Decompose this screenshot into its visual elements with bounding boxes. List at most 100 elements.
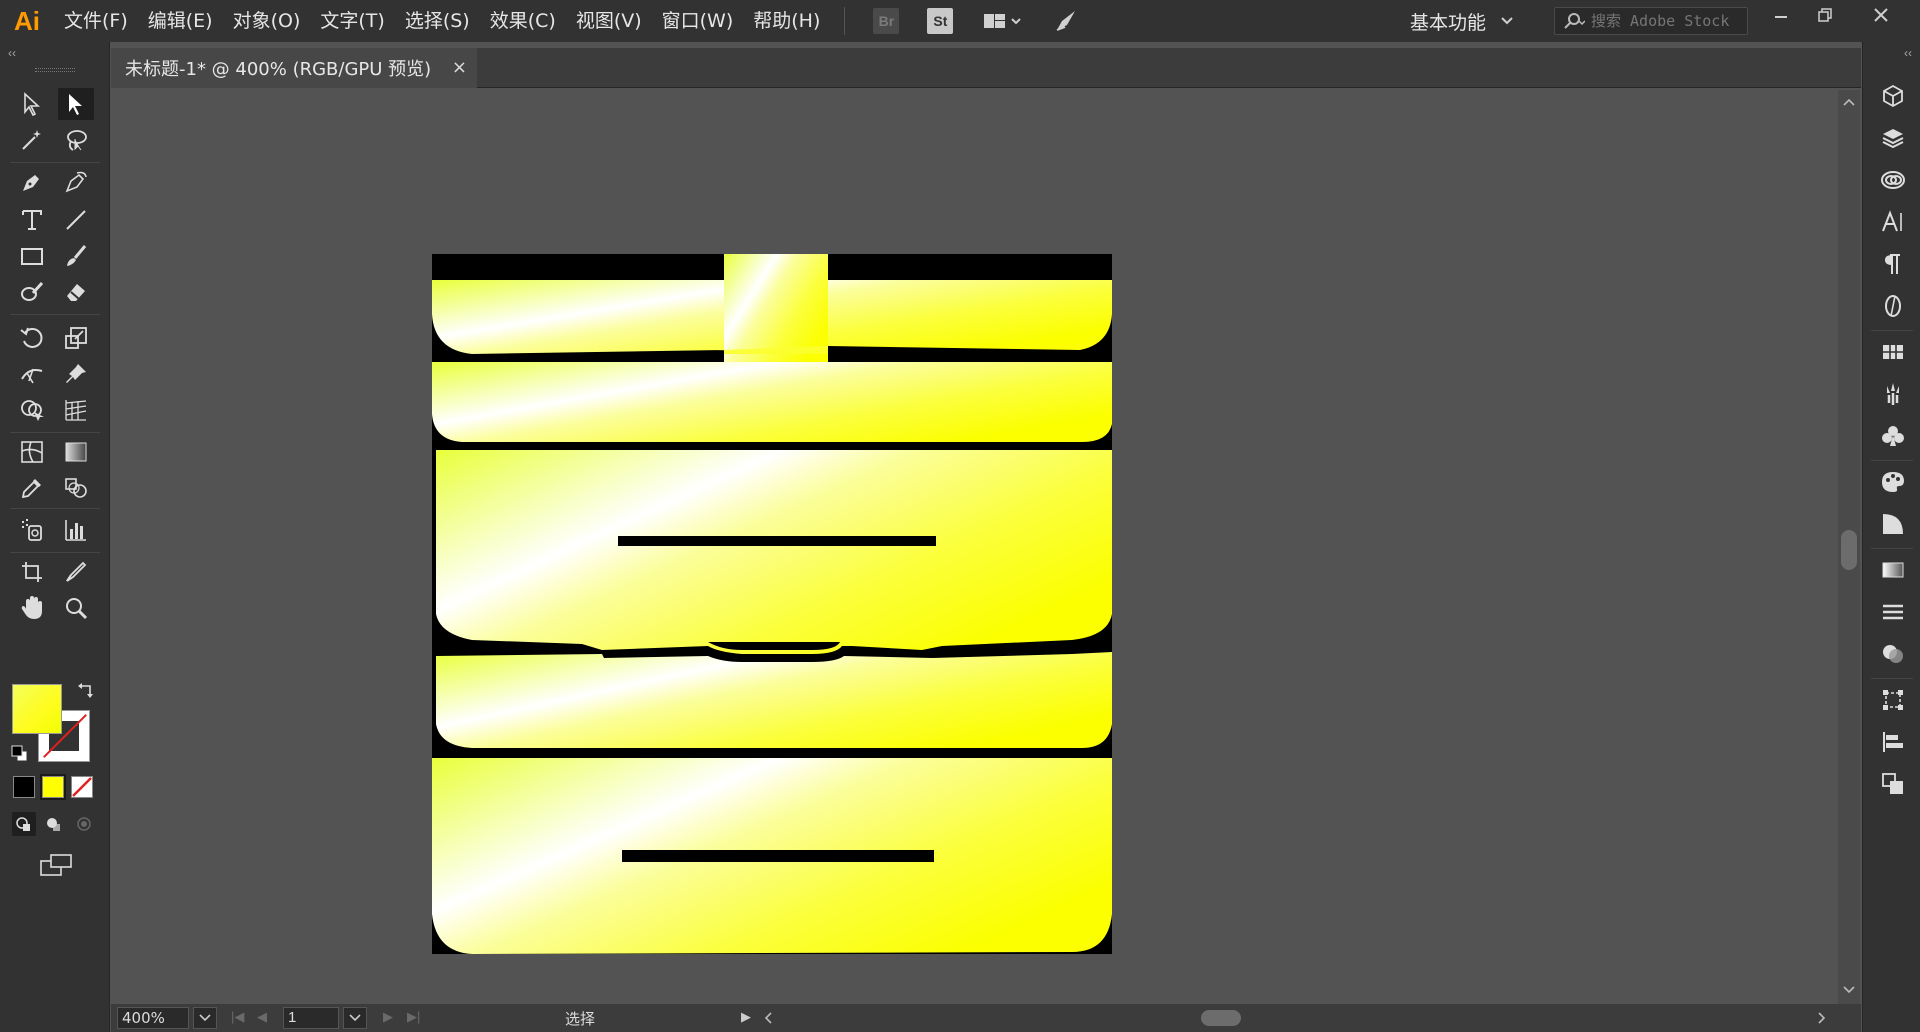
gpu-performance-button[interactable] xyxy=(1053,8,1079,34)
scale-tool[interactable] xyxy=(58,322,94,354)
screen-mode-button[interactable] xyxy=(38,852,74,878)
selection-tool[interactable] xyxy=(14,88,50,120)
libraries-panel-button[interactable] xyxy=(1879,82,1907,110)
swap-fill-stroke-button[interactable] xyxy=(76,680,96,700)
curvature-tool[interactable] xyxy=(58,166,94,198)
document-tab[interactable]: 未标题-1* @ 400% (RGB/GPU 预览) × xyxy=(111,48,477,88)
slice-tool[interactable] xyxy=(58,556,94,588)
stroke-panel-button[interactable] xyxy=(1879,598,1907,626)
gradient-glyph-artwork[interactable] xyxy=(432,254,1112,954)
eyedropper-tool[interactable] xyxy=(14,472,50,504)
pen-tool[interactable] xyxy=(14,166,50,198)
puppet-warp-tool[interactable] xyxy=(58,358,94,390)
zoom-tool[interactable] xyxy=(58,592,94,624)
magic-wand-tool[interactable] xyxy=(14,124,50,156)
rectangle-tool[interactable] xyxy=(14,240,50,272)
character-panel-button[interactable] xyxy=(1879,208,1907,236)
hand-tool[interactable] xyxy=(14,592,50,624)
close-tab-button[interactable]: × xyxy=(452,57,467,78)
canvas-area[interactable] xyxy=(112,90,1838,1004)
stock-button[interactable]: St xyxy=(927,8,954,34)
transparency-panel-button[interactable] xyxy=(1879,640,1907,668)
draw-normal-button[interactable] xyxy=(12,812,36,836)
first-artboard-button[interactable]: |◀ xyxy=(231,1009,244,1025)
color-mode-button[interactable] xyxy=(13,776,35,798)
scroll-up-arrow[interactable] xyxy=(1842,96,1856,110)
menu-select[interactable]: 选择(S) xyxy=(395,0,480,42)
swatches-panel-button[interactable] xyxy=(1879,338,1907,366)
menu-type[interactable]: 文字(T) xyxy=(310,0,394,42)
glyph-top-stem xyxy=(724,254,828,362)
gradient-mode-button[interactable] xyxy=(40,774,66,800)
scroll-down-arrow[interactable] xyxy=(1842,984,1856,998)
paintbrush-tool[interactable] xyxy=(58,240,94,272)
rotate-tool[interactable] xyxy=(14,322,50,354)
restore-button[interactable] xyxy=(1802,0,1848,30)
artboard-dropdown-button[interactable] xyxy=(343,1007,367,1029)
menu-effect[interactable]: 效果(C) xyxy=(480,0,566,42)
color-guide-panel-button[interactable] xyxy=(1879,510,1907,538)
column-graph-tool[interactable] xyxy=(58,514,94,546)
cc-libraries-panel-button[interactable] xyxy=(1879,166,1907,194)
menu-file[interactable]: 文件(F) xyxy=(54,0,138,42)
shaper-tool[interactable] xyxy=(14,276,50,308)
draw-inside-button[interactable] xyxy=(72,812,96,836)
gradient-tool[interactable] xyxy=(58,436,94,468)
lasso-tool[interactable] xyxy=(58,124,94,156)
horizontal-scrollbar[interactable] xyxy=(761,1008,1831,1028)
status-menu-button[interactable]: ▶ xyxy=(741,1009,751,1025)
brushes-panel-button[interactable] xyxy=(1879,380,1907,408)
menu-object[interactable]: 对象(O) xyxy=(223,0,311,42)
horizontal-scroll-thumb[interactable] xyxy=(1201,1010,1241,1026)
close-window-button[interactable] xyxy=(1858,0,1904,30)
minimize-button[interactable] xyxy=(1758,0,1804,30)
draw-behind-button[interactable] xyxy=(42,812,66,836)
default-fill-stroke-button[interactable] xyxy=(10,744,30,764)
expand-panels-button[interactable]: ‹‹ xyxy=(1904,46,1912,60)
opentype-panel-button[interactable] xyxy=(1879,292,1907,320)
paragraph-panel-button[interactable] xyxy=(1879,250,1907,278)
artboard-tool[interactable] xyxy=(14,556,50,588)
gradient-panel-button[interactable] xyxy=(1879,556,1907,584)
menu-edit[interactable]: 编辑(E) xyxy=(138,0,223,42)
direct-selection-tool[interactable] xyxy=(58,88,94,120)
last-artboard-button[interactable]: ▶| xyxy=(407,1009,420,1025)
menu-help[interactable]: 帮助(H) xyxy=(743,0,830,42)
vertical-scroll-thumb[interactable] xyxy=(1841,530,1857,570)
shape-builder-tool[interactable] xyxy=(14,394,50,426)
perspective-grid-tool[interactable] xyxy=(58,394,94,426)
artboard-number-field[interactable]: 1 xyxy=(283,1007,339,1029)
previous-artboard-button[interactable]: ◀ xyxy=(257,1009,267,1025)
none-mode-button[interactable] xyxy=(71,776,93,798)
color-panel-button[interactable] xyxy=(1879,468,1907,496)
menu-window[interactable]: 窗口(W) xyxy=(652,0,744,42)
align-panel-button[interactable] xyxy=(1879,728,1907,756)
line-segment-tool[interactable] xyxy=(58,204,94,236)
layers-panel-button[interactable] xyxy=(1879,124,1907,152)
zoom-dropdown-button[interactable] xyxy=(193,1007,217,1029)
blend-tool[interactable] xyxy=(58,472,94,504)
swatches-icon xyxy=(1883,345,1903,359)
workspace-switcher[interactable]: 基本功能 xyxy=(1410,0,1514,42)
arrange-documents-button[interactable] xyxy=(981,8,1025,34)
symbols-panel-button[interactable] xyxy=(1879,422,1907,450)
shape-builder-icon xyxy=(21,400,44,421)
transform-panel-button[interactable] xyxy=(1879,686,1907,714)
bridge-button[interactable]: Br xyxy=(873,8,900,34)
width-tool[interactable] xyxy=(14,358,50,390)
next-artboard-button[interactable]: ▶ xyxy=(383,1009,393,1025)
pathfinder-panel-button[interactable] xyxy=(1879,770,1907,798)
fill-color-swatch[interactable] xyxy=(12,684,62,734)
symbol-sprayer-tool[interactable] xyxy=(14,514,50,546)
zoom-level-field[interactable]: 400% xyxy=(117,1007,189,1029)
eraser-tool[interactable] xyxy=(58,276,94,308)
stock-search-input[interactable] xyxy=(1591,12,1741,30)
vertical-scrollbar[interactable] xyxy=(1838,90,1860,1004)
stock-search[interactable] xyxy=(1554,7,1748,35)
collapse-panel-button[interactable]: ‹‹ xyxy=(8,46,16,60)
artboard[interactable] xyxy=(432,254,1112,954)
menu-view[interactable]: 视图(V) xyxy=(566,0,652,42)
type-tool[interactable] xyxy=(14,204,50,236)
mesh-tool[interactable] xyxy=(14,436,50,468)
panel-grip[interactable] xyxy=(35,68,75,72)
